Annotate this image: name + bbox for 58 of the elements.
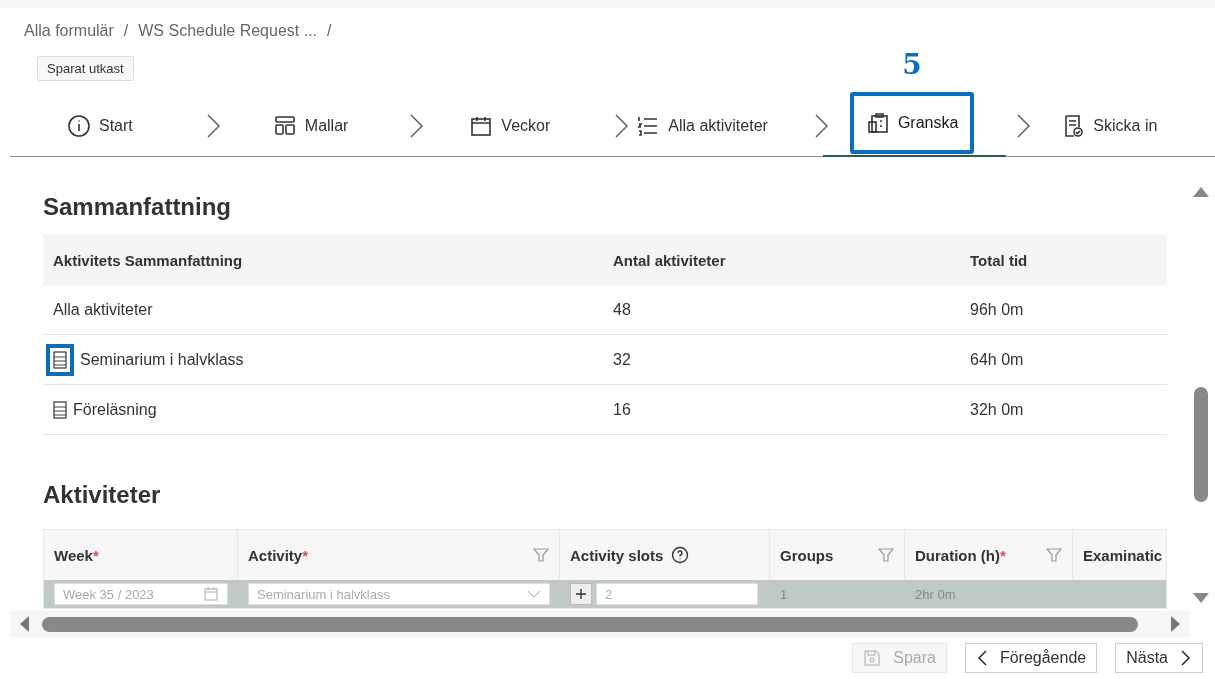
scroll-right-icon[interactable] bbox=[1170, 616, 1180, 632]
table-cell: 1 bbox=[770, 580, 905, 608]
column-header: Week* bbox=[54, 546, 99, 564]
chevron-right-icon bbox=[1180, 649, 1192, 667]
calendar-icon bbox=[203, 586, 219, 602]
save-icon bbox=[863, 649, 882, 667]
section-title: Sammanfattning bbox=[43, 193, 232, 221]
column-header: Groups bbox=[780, 546, 834, 564]
column-header: Examinatic bbox=[1083, 546, 1163, 564]
table-cell: 32h 0m bbox=[970, 400, 1024, 419]
form-icon bbox=[53, 400, 67, 419]
chevron-down-icon bbox=[527, 589, 541, 599]
breadcrumb-separator: / bbox=[123, 22, 129, 40]
column-header: Aktivitets Sammanfattning bbox=[43, 235, 603, 285]
scroll-left-icon[interactable] bbox=[20, 616, 30, 632]
table-cell: 16 bbox=[613, 400, 631, 419]
clipboard-icon bbox=[865, 110, 890, 135]
horizontal-scrollbar[interactable] bbox=[42, 616, 1138, 632]
breadcrumb-separator: / bbox=[327, 22, 332, 40]
previous-button[interactable]: Föregående bbox=[964, 643, 1098, 673]
annotation-number: 5 bbox=[902, 51, 922, 79]
breadcrumb-link[interactable]: WS Schedule Request ... bbox=[138, 22, 318, 40]
wizard-step[interactable]: Skicka in bbox=[1061, 113, 1158, 138]
info-icon bbox=[67, 113, 91, 138]
filter-icon[interactable] bbox=[878, 547, 894, 563]
add-button[interactable] bbox=[570, 583, 592, 605]
form-icon bbox=[53, 350, 67, 369]
status-badge: Sparat utkast bbox=[37, 56, 134, 81]
table-cell: Alla aktiviteter bbox=[53, 300, 153, 319]
table-cell: 32 bbox=[613, 350, 631, 369]
vertical-scrollbar[interactable] bbox=[1194, 387, 1208, 502]
plus-icon bbox=[575, 588, 587, 600]
table-cell: 48 bbox=[613, 300, 631, 319]
wizard-step[interactable]: Mallar bbox=[272, 113, 349, 138]
next-button[interactable]: Nästa bbox=[1115, 643, 1203, 673]
column-header: Duration (h)* bbox=[915, 546, 1006, 564]
table-cell: Seminarium i halvklass bbox=[80, 350, 244, 369]
filter-icon[interactable] bbox=[1046, 547, 1062, 563]
wizard-step[interactable]: Veckor bbox=[469, 113, 551, 138]
scroll-up-icon[interactable] bbox=[1193, 187, 1209, 197]
layout-icon bbox=[272, 113, 297, 138]
wizard-step[interactable]: Granska bbox=[849, 91, 975, 154]
table-cell: 64h 0m bbox=[970, 350, 1024, 369]
column-header: Activity* bbox=[248, 546, 309, 564]
table-cell: Föreläsning bbox=[73, 400, 157, 419]
filter-icon[interactable] bbox=[533, 547, 549, 563]
section-title: Aktiviteter bbox=[43, 481, 162, 509]
column-header: Activity slots bbox=[570, 546, 664, 564]
column-header: Antal aktiviteter bbox=[603, 235, 960, 285]
column-header: Total tid bbox=[960, 235, 1167, 285]
breadcrumb-link[interactable]: Alla formulär bbox=[24, 22, 114, 40]
table-cell: 96h 0m bbox=[970, 300, 1024, 319]
wizard-step[interactable]: Start bbox=[67, 113, 133, 138]
scroll-down-icon[interactable] bbox=[1193, 593, 1209, 603]
table-cell: 2hr 0m bbox=[905, 580, 1073, 608]
chevron-left-icon bbox=[975, 649, 988, 667]
wizard-step[interactable]: Alla aktiviteter bbox=[636, 113, 768, 138]
help-icon[interactable] bbox=[671, 546, 690, 564]
